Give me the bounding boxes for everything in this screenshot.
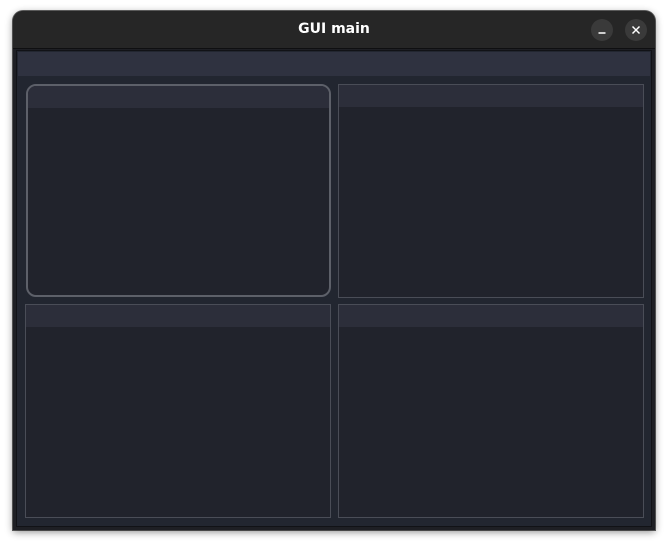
panel-header[interactable] (339, 85, 643, 107)
title-bar[interactable]: GUI main (13, 11, 655, 49)
minimize-button[interactable] (591, 19, 613, 41)
menu-bar[interactable] (18, 52, 650, 76)
panel-header[interactable] (339, 305, 643, 327)
panel-header[interactable] (26, 305, 330, 327)
panel-bottom-right[interactable] (338, 304, 644, 518)
close-button[interactable] (625, 19, 647, 41)
minimize-icon (598, 32, 606, 34)
app-window: GUI main (13, 11, 655, 530)
close-icon (631, 25, 641, 35)
main-content (16, 50, 652, 527)
window-title: GUI main (298, 21, 370, 37)
panel-top-right[interactable] (338, 84, 644, 298)
panel-bottom-left[interactable] (25, 304, 331, 518)
panel-top-left[interactable] (26, 84, 331, 297)
panel-header[interactable] (28, 86, 329, 108)
